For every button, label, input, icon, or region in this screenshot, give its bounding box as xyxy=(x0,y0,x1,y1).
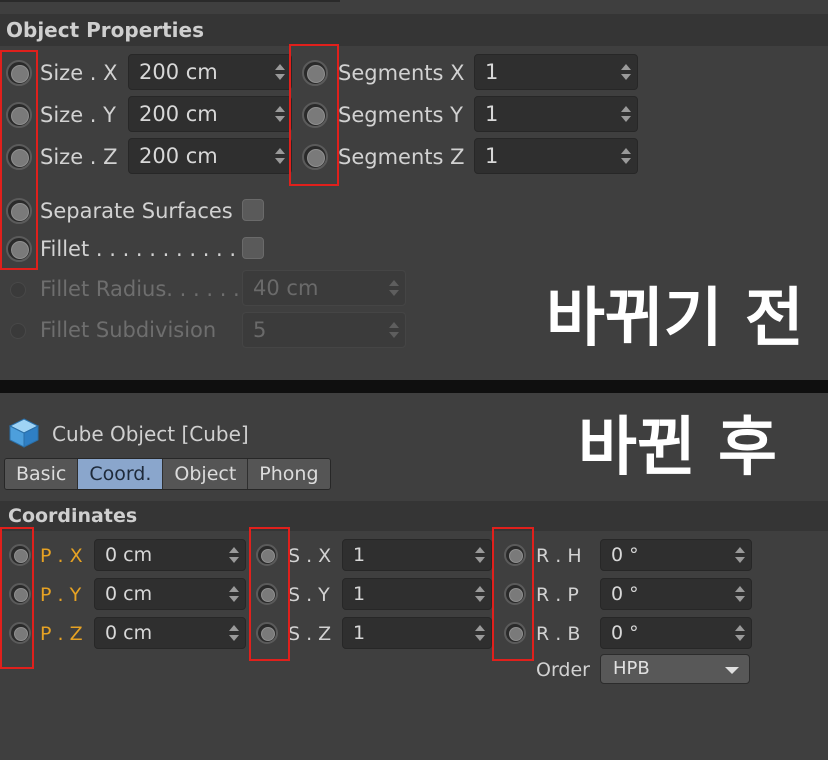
separate-surfaces-label: Separate Surfaces xyxy=(40,199,233,223)
segments-x-field[interactable]: 1 xyxy=(474,54,638,90)
fillet-subdivision-animation-radio-icon xyxy=(10,323,26,339)
r-p-field[interactable]: 0 ° xyxy=(600,578,752,610)
r-b-field[interactable]: 0 ° xyxy=(600,617,752,649)
p-y-field[interactable]: 0 cm xyxy=(94,578,246,610)
fillet-checkbox[interactable] xyxy=(242,237,264,259)
r-h-field[interactable]: 0 ° xyxy=(600,539,752,571)
spinner-arrows-icon[interactable] xyxy=(735,586,745,602)
spinner-arrows-icon[interactable] xyxy=(229,625,239,641)
r-b-label: R . B xyxy=(536,623,581,645)
segments-x-label: Segments X xyxy=(338,61,465,85)
fillet-subdivision-field: 5 xyxy=(242,312,406,348)
segments-z-label: Segments Z xyxy=(338,145,465,169)
spinner-arrows-icon[interactable] xyxy=(621,64,631,80)
p-x-value: 0 cm xyxy=(105,544,153,566)
spinner-arrows-icon[interactable] xyxy=(229,547,239,563)
spinner-arrows-icon[interactable] xyxy=(275,106,285,122)
highlight-box-position xyxy=(0,527,34,669)
p-y-label: P . Y xyxy=(40,584,82,606)
spinner-arrows-icon xyxy=(389,280,399,296)
r-b-value: 0 ° xyxy=(611,622,639,644)
fillet-radius-field: 40 cm xyxy=(242,270,406,306)
s-x-label: S . X xyxy=(288,545,332,567)
segments-y-label: Segments Y xyxy=(338,103,463,127)
before-panel: Object Properties Size . X 200 cm Segmen… xyxy=(0,0,828,380)
spinner-arrows-icon[interactable] xyxy=(275,64,285,80)
r-p-label: R . P xyxy=(536,584,579,606)
separate-surfaces-checkbox[interactable] xyxy=(242,199,264,221)
segments-x-value: 1 xyxy=(485,60,499,84)
size-x-label: Size . X xyxy=(40,61,118,85)
p-x-label: P . X xyxy=(40,545,83,567)
size-y-value: 200 cm xyxy=(139,102,218,126)
spinner-arrows-icon[interactable] xyxy=(621,106,631,122)
tab-phong[interactable]: Phong xyxy=(248,459,330,489)
tab-basic[interactable]: Basic xyxy=(5,459,79,489)
spinner-arrows-icon[interactable] xyxy=(735,547,745,563)
highlight-box-rotation xyxy=(492,527,534,661)
s-y-field[interactable]: 1 xyxy=(342,578,492,610)
section-header-coordinates: Coordinates xyxy=(0,501,828,531)
object-title: Cube Object [Cube] xyxy=(52,422,249,446)
r-p-value: 0 ° xyxy=(611,583,639,605)
spinner-arrows-icon xyxy=(389,322,399,338)
segments-z-value: 1 xyxy=(485,144,499,168)
tab-coord[interactable]: Coord. xyxy=(78,459,164,489)
fillet-label: Fillet . . . . . . . . . . . . xyxy=(40,237,250,261)
segments-z-field[interactable]: 1 xyxy=(474,138,638,174)
segments-y-value: 1 xyxy=(485,102,499,126)
size-x-value: 200 cm xyxy=(139,60,218,84)
fillet-subdivision-label: Fillet Subdivision xyxy=(40,318,217,342)
s-y-value: 1 xyxy=(353,583,366,605)
s-x-field[interactable]: 1 xyxy=(342,539,492,571)
spinner-arrows-icon[interactable] xyxy=(475,547,485,563)
panel-divider xyxy=(0,380,828,393)
caption-after: 바뀐 후 xyxy=(578,411,777,485)
fillet-radius-animation-radio-icon xyxy=(10,282,26,298)
p-z-field[interactable]: 0 cm xyxy=(94,617,246,649)
s-y-label: S . Y xyxy=(288,584,330,606)
spinner-arrows-icon[interactable] xyxy=(735,625,745,641)
section-header-object-properties: Object Properties xyxy=(0,14,828,46)
spinner-arrows-icon[interactable] xyxy=(475,625,485,641)
order-value: HPB xyxy=(613,658,650,679)
fillet-radius-value: 40 cm xyxy=(253,276,319,300)
s-z-value: 1 xyxy=(353,622,366,644)
size-y-label: Size . Y xyxy=(40,103,116,127)
size-z-label: Size . Z xyxy=(40,145,118,169)
size-z-value: 200 cm xyxy=(139,144,218,168)
after-panel: Cube Object [Cube] 바뀐 후 Basic Coord. Obj… xyxy=(0,393,828,760)
p-x-field[interactable]: 0 cm xyxy=(94,539,246,571)
highlight-box-segments xyxy=(289,44,339,186)
segments-y-field[interactable]: 1 xyxy=(474,96,638,132)
s-z-label: S . Z xyxy=(288,623,332,645)
fillet-radius-label: Fillet Radius. . . . . . xyxy=(40,277,240,301)
highlight-box-scale xyxy=(249,527,290,661)
p-y-value: 0 cm xyxy=(105,583,153,605)
r-h-label: R . H xyxy=(536,545,582,567)
size-x-field[interactable]: 200 cm xyxy=(128,54,292,90)
size-z-field[interactable]: 200 cm xyxy=(128,138,292,174)
highlight-box-left xyxy=(0,50,38,270)
order-label: Order xyxy=(536,659,590,681)
attribute-tabs: Basic Coord. Object Phong xyxy=(4,458,331,490)
spinner-arrows-icon[interactable] xyxy=(475,586,485,602)
spinner-arrows-icon[interactable] xyxy=(275,148,285,164)
order-dropdown[interactable]: HPB xyxy=(600,654,750,684)
s-z-field[interactable]: 1 xyxy=(342,617,492,649)
s-x-value: 1 xyxy=(353,544,366,566)
cube-icon xyxy=(8,418,40,448)
size-y-field[interactable]: 200 cm xyxy=(128,96,292,132)
dropdown-caret-icon xyxy=(725,667,739,674)
r-h-value: 0 ° xyxy=(611,544,639,566)
spinner-arrows-icon[interactable] xyxy=(229,586,239,602)
top-strip xyxy=(0,0,340,2)
p-z-label: P . Z xyxy=(40,623,83,645)
caption-before: 바뀌기 전 xyxy=(546,282,804,356)
spinner-arrows-icon[interactable] xyxy=(621,148,631,164)
p-z-value: 0 cm xyxy=(105,622,153,644)
fillet-subdivision-value: 5 xyxy=(253,318,267,342)
tab-object[interactable]: Object xyxy=(163,459,249,489)
